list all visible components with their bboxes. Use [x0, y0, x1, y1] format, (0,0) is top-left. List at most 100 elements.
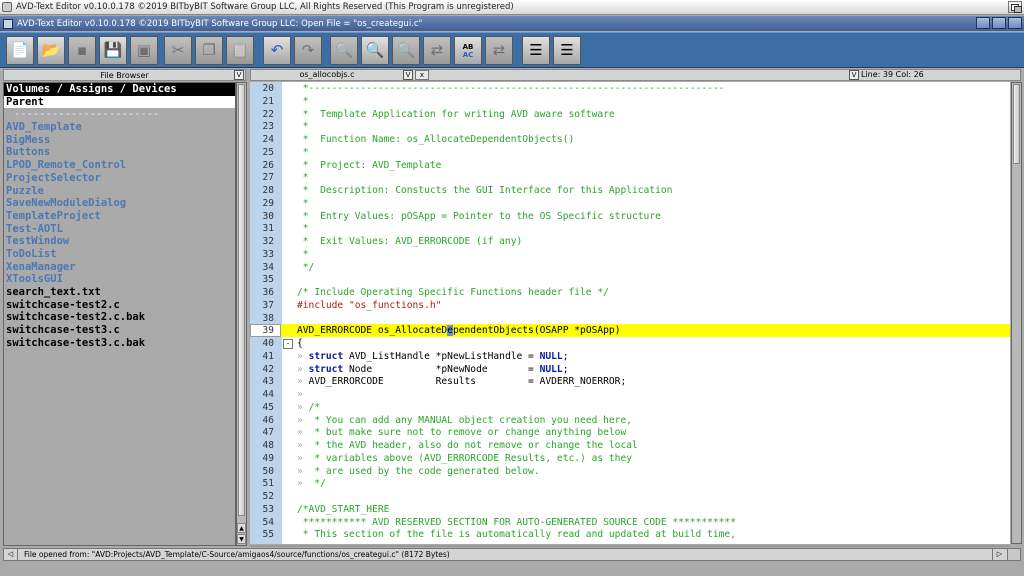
folder-item[interactable]: Buttons — [4, 146, 235, 159]
code-line[interactable]: » */ — [297, 478, 326, 489]
file-item[interactable]: switchcase-test2.c.bak — [4, 311, 235, 324]
replace-all-button[interactable]: ⇄ — [485, 36, 513, 65]
resize-handle-icon[interactable] — [1007, 549, 1020, 560]
declaration-text: AVD_ERRORCODE Results = AVDERR_NOERROR; — [308, 376, 627, 388]
blank-icon: ▪ — [76, 41, 88, 59]
code-line[interactable]: */ — [297, 262, 315, 273]
save-button[interactable]: 💾 — [99, 36, 127, 65]
code-line[interactable]: » — [297, 389, 309, 400]
tab-close-button[interactable]: x — [415, 70, 429, 80]
code-line[interactable]: * — [297, 121, 309, 132]
editor-scrollbar[interactable] — [1011, 82, 1022, 544]
file-browser-scroll-knob[interactable] — [238, 84, 245, 516]
save-all-button[interactable]: ▣ — [130, 36, 158, 65]
code-line[interactable]: *********** AVD RESERVED SECTION FOR AUT… — [297, 517, 736, 528]
code-line[interactable]: » * variables above (AVD_ERRORCODE Resul… — [297, 453, 632, 464]
file-browser-scrollbar[interactable]: ▲ ▼ — [236, 82, 247, 546]
code-line[interactable]: » * are used by the code generated below… — [297, 466, 540, 477]
folder-item[interactable]: AVD_Template — [4, 121, 235, 134]
paste-button[interactable]: 📋 — [226, 36, 254, 65]
code-line[interactable]: * — [297, 249, 309, 260]
scroll-down-arrow-icon[interactable]: ▼ — [237, 534, 246, 544]
code-line[interactable]: * Template Application for writing AVD a… — [297, 109, 615, 120]
cut-button[interactable]: ✂ — [164, 36, 192, 65]
file-item[interactable]: switchcase-test3.c — [4, 324, 235, 337]
code-line[interactable]: » * but make sure not to remove or chang… — [297, 427, 626, 438]
code-line[interactable]: /* Include Operating Specific Functions … — [297, 287, 609, 298]
comment-text: * Project: AVD_Template — [297, 159, 442, 171]
file-item[interactable]: search_text.txt — [4, 286, 235, 299]
editor-scroll-knob[interactable] — [1013, 84, 1020, 164]
file-item[interactable]: switchcase-test3.c.bak — [4, 337, 235, 350]
code-line[interactable]: * — [297, 96, 309, 107]
zoom-in-button[interactable]: 🔍 — [392, 36, 420, 65]
folder-item[interactable]: Test-AOTL — [4, 223, 235, 236]
open-file-button[interactable]: 📂 — [37, 36, 65, 65]
code-line[interactable]: » struct AVD_ListHandle *pNewListHandle … — [297, 351, 569, 362]
code-line[interactable]: * Entry Values: pOSApp = Pointer to the … — [297, 211, 661, 222]
code-line[interactable]: #include "os_functions.h" — [297, 300, 441, 311]
folder-item[interactable]: TemplateProject — [4, 210, 235, 223]
window-iconify-icon[interactable] — [976, 17, 990, 29]
file-browser-nav-item[interactable]: Parent — [4, 95, 235, 109]
file-browser-dropdown[interactable]: V — [234, 70, 244, 80]
tab-dropdown[interactable]: V — [403, 70, 413, 80]
code-line[interactable]: { — [297, 338, 303, 349]
status-right-arrow-icon[interactable]: ▷ — [992, 549, 1006, 560]
code-line[interactable]: * This section of the file is automatica… — [297, 529, 736, 540]
fold-collapse-icon[interactable]: - — [283, 339, 293, 349]
redo-button[interactable]: ↷ — [294, 36, 322, 65]
scroll-up-arrow-icon[interactable]: ▲ — [237, 523, 246, 533]
window-depth-icon[interactable] — [1008, 17, 1022, 29]
replace-button[interactable]: ⇄ — [423, 36, 451, 65]
folder-item[interactable]: BigMess — [4, 134, 235, 147]
folder-item[interactable]: XToolsGUI — [4, 273, 235, 286]
tab-file[interactable]: os_allocobjs.c — [253, 70, 401, 80]
status-left-arrow-icon[interactable]: ◁ — [4, 549, 18, 560]
folder-item[interactable]: ToDoList — [4, 248, 235, 261]
code-line[interactable]: » /* — [297, 402, 320, 413]
file-browser-nav-item[interactable]: Volumes / Assigns / Devices — [4, 83, 235, 96]
code-line[interactable]: /*AVD_START_HERE — [297, 504, 389, 515]
editor-horizontal-scrollbar[interactable] — [250, 545, 1010, 547]
screen-depth-icon[interactable] — [1008, 1, 1022, 13]
code-line[interactable]: * Function Name: os_AllocateDependentObj… — [297, 134, 574, 145]
folder-item[interactable]: ProjectSelector — [4, 172, 235, 185]
replace-active-button[interactable]: AB AC — [454, 36, 482, 65]
code-line[interactable]: » struct Node *pNewNode = NULL; — [297, 364, 569, 375]
code-line[interactable]: * Project: AVD_Template — [297, 159, 442, 171]
undo-button[interactable]: ↶ — [263, 36, 291, 65]
new-file-button[interactable]: 📄 — [6, 36, 34, 65]
zoom-button[interactable]: 🔍 — [361, 36, 389, 65]
window-close-icon[interactable] — [3, 18, 13, 29]
code-line[interactable]: » * the AVD header, also do not remove o… — [297, 440, 638, 451]
blank-button[interactable]: ▪ — [68, 36, 96, 65]
code-line[interactable]: * — [297, 223, 309, 234]
outdent-button[interactable]: ☰ — [553, 36, 581, 65]
file-item[interactable]: switchcase-test2.c — [4, 299, 235, 312]
code-line[interactable]: * — [297, 198, 309, 209]
code-line[interactable]: *---------------------------------------… — [297, 83, 725, 94]
copy-button[interactable]: ❐ — [195, 36, 223, 65]
folder-item[interactable]: Puzzle — [4, 185, 235, 198]
indent-button[interactable]: ☰ — [522, 36, 550, 65]
code-line[interactable]: * Description: Constucts the GUI Interfa… — [297, 185, 673, 196]
folder-item[interactable]: TestWindow — [4, 235, 235, 248]
code-line[interactable]: * Exit Values: AVD_ERRORCODE (if any) — [297, 236, 523, 247]
position-dropdown[interactable]: V — [849, 70, 859, 80]
folder-item[interactable]: LPOD_Remote_Control — [4, 159, 235, 172]
zoom-out-button[interactable]: 🔍 — [330, 36, 358, 65]
folder-item[interactable]: SaveNewModuleDialog — [4, 197, 235, 210]
file-browser-list[interactable]: Volumes / Assigns / Devices Parent -------… — [3, 82, 236, 546]
code-line[interactable]: AVD_ERRORCODE os_AllocateDependentObject… — [297, 325, 620, 337]
code-line[interactable]: » * You can add any MANUAL object creati… — [297, 415, 632, 426]
window-zoom-icon[interactable] — [992, 17, 1006, 29]
code-line[interactable]: » AVD_ERRORCODE Results = AVDERR_NOERROR… — [297, 376, 626, 387]
code-editor[interactable]: 20 *------------------------------------… — [250, 82, 1010, 544]
code-line[interactable]: * — [297, 147, 309, 158]
line-number: 22 — [262, 108, 274, 120]
cursor-position: Line: 39 Col: 26 — [861, 70, 924, 79]
code-line[interactable]: * — [297, 172, 309, 183]
folder-item[interactable]: XenaManager — [4, 261, 235, 274]
window-title-bar[interactable]: AVD-Text Editor v0.10.0.178 ©2019 BITbyB… — [0, 16, 1024, 31]
